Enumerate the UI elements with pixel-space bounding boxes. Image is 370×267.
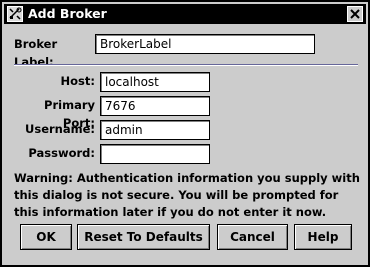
password-label: Password: [28,146,95,160]
username-label: Username: [25,122,95,136]
security-warning: Warning: Authentication information you … [14,170,364,221]
warning-line: this information later if you do not ent… [14,205,327,219]
warning-line: this dialog is not secure. You will be p… [14,188,339,202]
broker-label-field[interactable]: BrokerLabel [95,34,315,54]
cancel-button[interactable]: Cancel [217,224,288,250]
add-broker-dialog: Add Broker Broker Label: BrokerLabel Hos… [0,0,370,267]
warning-line: Warning: Authentication information you … [14,171,360,185]
window-menu-icon[interactable] [7,6,23,22]
primary-port-field[interactable]: 7676 [100,96,210,116]
help-button[interactable]: Help [294,224,352,250]
separator [14,64,358,66]
ok-button[interactable]: OK [20,224,72,250]
username-field[interactable]: admin [100,120,210,140]
window-title: Add Broker [28,6,107,21]
title-bar[interactable]: Add Broker [4,4,366,24]
host-field[interactable]: localhost [100,72,210,92]
host-label: Host: [60,74,95,88]
reset-to-defaults-button[interactable]: Reset To Defaults [77,224,210,250]
password-field[interactable] [100,144,210,164]
close-icon[interactable] [346,5,364,23]
